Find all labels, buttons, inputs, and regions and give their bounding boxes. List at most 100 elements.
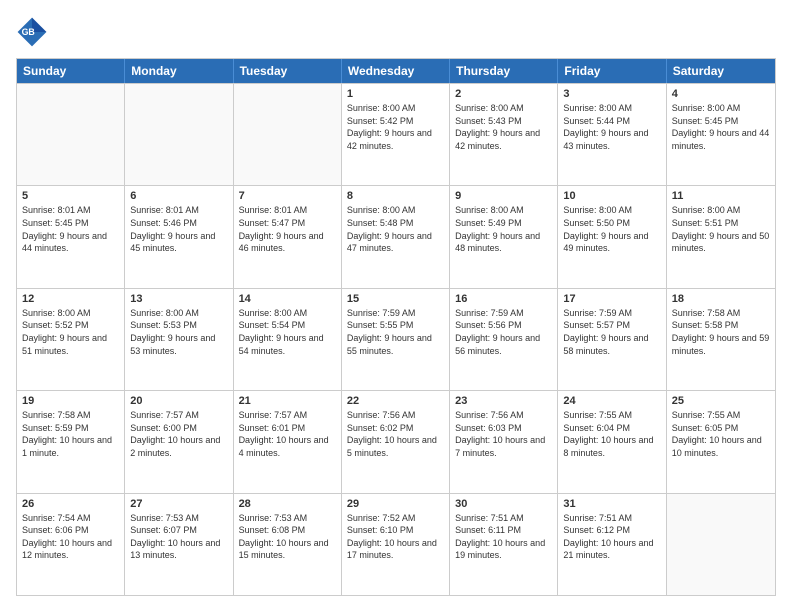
day-cell-15: 15 Sunrise: 7:59 AM Sunset: 5:55 PM Dayli… [342, 289, 450, 390]
day-number: 27 [130, 498, 227, 510]
day-info: Sunrise: 8:01 AM Sunset: 5:46 PM Dayligh… [130, 204, 227, 254]
day-cell-3: 3 Sunrise: 8:00 AM Sunset: 5:44 PM Daylig… [558, 84, 666, 185]
day-header-thursday: Thursday [450, 59, 558, 83]
day-number: 5 [22, 190, 119, 202]
week-row-3: 12Sunrise: 8:00 AM Sunset: 5:52 PM Dayli… [17, 288, 775, 390]
empty-cell [125, 84, 233, 185]
day-number: 2 [455, 88, 552, 100]
day-number: 10 [563, 190, 660, 202]
empty-cell [17, 84, 125, 185]
day-info: Sunrise: 8:00 AM Sunset: 5:49 PM Dayligh… [455, 204, 552, 254]
day-cell-6: 6 Sunrise: 8:01 AM Sunset: 5:46 PM Daylig… [125, 186, 233, 287]
day-cell-19: 19 Sunrise: 7:58 AM Sunset: 5:59 PM Dayli… [17, 391, 125, 492]
logo: GB [16, 16, 52, 48]
day-number: 17 [563, 293, 660, 305]
day-cell-5: 5 Sunrise: 8:01 AM Sunset: 5:45 PM Daylig… [17, 186, 125, 287]
day-cell-18: 18Sunrise: 7:58 AM Sunset: 5:58 PM Dayli… [667, 289, 775, 390]
day-number: 31 [563, 498, 660, 510]
day-number: 11 [672, 190, 770, 202]
calendar: SundayMondayTuesdayWednesdayThursdayFrid… [16, 58, 776, 596]
day-number: 21 [239, 395, 336, 407]
day-info: Sunrise: 8:01 AM Sunset: 5:45 PM Dayligh… [22, 204, 119, 254]
day-cell-24: 24 Sunrise: 7:55 AM Sunset: 6:04 PM Dayli… [558, 391, 666, 492]
day-info: Sunrise: 7:52 AM Sunset: 6:10 PM Dayligh… [347, 512, 444, 562]
day-number: 8 [347, 190, 444, 202]
day-number: 26 [22, 498, 119, 510]
day-info: Sunrise: 8:00 AM Sunset: 5:44 PM Dayligh… [563, 102, 660, 152]
day-number: 12 [22, 293, 119, 305]
day-info: Sunrise: 8:00 AM Sunset: 5:45 PM Dayligh… [672, 102, 770, 152]
day-number: 28 [239, 498, 336, 510]
header: GB [16, 16, 776, 48]
day-cell-2: 2 Sunrise: 8:00 AM Sunset: 5:43 PM Daylig… [450, 84, 558, 185]
day-cell-11: 11 Sunrise: 8:00 AM Sunset: 5:51 PM Dayli… [667, 186, 775, 287]
day-cell-4: 4 Sunrise: 8:00 AM Sunset: 5:45 PM Daylig… [667, 84, 775, 185]
day-cell-31: 31 Sunrise: 7:51 AM Sunset: 6:12 PM Dayli… [558, 494, 666, 595]
day-info: Sunrise: 7:56 AM Sunset: 6:03 PM Dayligh… [455, 409, 552, 459]
day-number: 23 [455, 395, 552, 407]
day-info: Sunrise: 7:53 AM Sunset: 6:07 PM Dayligh… [130, 512, 227, 562]
day-info: Sunrise: 7:57 AM Sunset: 6:00 PM Dayligh… [130, 409, 227, 459]
logo-icon: GB [16, 16, 48, 48]
day-info: Sunrise: 7:51 AM Sunset: 6:11 PM Dayligh… [455, 512, 552, 562]
day-number: 6 [130, 190, 227, 202]
day-info: Sunrise: 8:00 AM Sunset: 5:42 PM Dayligh… [347, 102, 444, 152]
day-number: 30 [455, 498, 552, 510]
day-info: Sunrise: 8:00 AM Sunset: 5:43 PM Dayligh… [455, 102, 552, 152]
day-cell-28: 28 Sunrise: 7:53 AM Sunset: 6:08 PM Dayli… [234, 494, 342, 595]
day-cell-27: 27 Sunrise: 7:53 AM Sunset: 6:07 PM Dayli… [125, 494, 233, 595]
day-info: Sunrise: 8:00 AM Sunset: 5:53 PM Dayligh… [130, 307, 227, 357]
day-number: 9 [455, 190, 552, 202]
day-number: 3 [563, 88, 660, 100]
day-header-tuesday: Tuesday [234, 59, 342, 83]
day-header-friday: Friday [558, 59, 666, 83]
day-info: Sunrise: 7:51 AM Sunset: 6:12 PM Dayligh… [563, 512, 660, 562]
day-number: 4 [672, 88, 770, 100]
day-info: Sunrise: 7:58 AM Sunset: 5:59 PM Dayligh… [22, 409, 119, 459]
day-cell-22: 22 Sunrise: 7:56 AM Sunset: 6:02 PM Dayli… [342, 391, 450, 492]
day-info: Sunrise: 7:53 AM Sunset: 6:08 PM Dayligh… [239, 512, 336, 562]
day-cell-17: 17 Sunrise: 7:59 AM Sunset: 5:57 PM Dayli… [558, 289, 666, 390]
day-cell-7: 7 Sunrise: 8:01 AM Sunset: 5:47 PM Daylig… [234, 186, 342, 287]
empty-cell [667, 494, 775, 595]
day-info: Sunrise: 7:56 AM Sunset: 6:02 PM Dayligh… [347, 409, 444, 459]
svg-text:GB: GB [22, 27, 35, 37]
day-cell-13: 13Sunrise: 8:00 AM Sunset: 5:53 PM Dayli… [125, 289, 233, 390]
day-info: Sunrise: 7:59 AM Sunset: 5:56 PM Dayligh… [455, 307, 552, 357]
empty-cell [234, 84, 342, 185]
day-info: Sunrise: 8:01 AM Sunset: 5:47 PM Dayligh… [239, 204, 336, 254]
day-info: Sunrise: 7:55 AM Sunset: 6:04 PM Dayligh… [563, 409, 660, 459]
week-row-1: 1 Sunrise: 8:00 AM Sunset: 5:42 PM Daylig… [17, 83, 775, 185]
day-number: 7 [239, 190, 336, 202]
day-number: 24 [563, 395, 660, 407]
calendar-header: SundayMondayTuesdayWednesdayThursdayFrid… [17, 59, 775, 83]
day-cell-21: 21Sunrise: 7:57 AM Sunset: 6:01 PM Dayli… [234, 391, 342, 492]
day-number: 16 [455, 293, 552, 305]
day-number: 20 [130, 395, 227, 407]
day-number: 19 [22, 395, 119, 407]
day-cell-30: 30 Sunrise: 7:51 AM Sunset: 6:11 PM Dayli… [450, 494, 558, 595]
day-cell-25: 25Sunrise: 7:55 AM Sunset: 6:05 PM Dayli… [667, 391, 775, 492]
day-header-saturday: Saturday [667, 59, 775, 83]
day-info: Sunrise: 8:00 AM Sunset: 5:48 PM Dayligh… [347, 204, 444, 254]
day-cell-16: 16 Sunrise: 7:59 AM Sunset: 5:56 PM Dayli… [450, 289, 558, 390]
day-cell-20: 20 Sunrise: 7:57 AM Sunset: 6:00 PM Dayli… [125, 391, 233, 492]
day-number: 22 [347, 395, 444, 407]
day-number: 25 [672, 395, 770, 407]
calendar-body: 1 Sunrise: 8:00 AM Sunset: 5:42 PM Daylig… [17, 83, 775, 595]
day-header-wednesday: Wednesday [342, 59, 450, 83]
day-info: Sunrise: 8:00 AM Sunset: 5:51 PM Dayligh… [672, 204, 770, 254]
week-row-4: 19 Sunrise: 7:58 AM Sunset: 5:59 PM Dayli… [17, 390, 775, 492]
day-number: 29 [347, 498, 444, 510]
day-cell-12: 12Sunrise: 8:00 AM Sunset: 5:52 PM Dayli… [17, 289, 125, 390]
week-row-2: 5 Sunrise: 8:01 AM Sunset: 5:45 PM Daylig… [17, 185, 775, 287]
day-header-monday: Monday [125, 59, 233, 83]
day-info: Sunrise: 8:00 AM Sunset: 5:54 PM Dayligh… [239, 307, 336, 357]
day-number: 1 [347, 88, 444, 100]
day-number: 15 [347, 293, 444, 305]
day-info: Sunrise: 7:59 AM Sunset: 5:57 PM Dayligh… [563, 307, 660, 357]
day-info: Sunrise: 7:59 AM Sunset: 5:55 PM Dayligh… [347, 307, 444, 357]
day-cell-23: 23 Sunrise: 7:56 AM Sunset: 6:03 PM Dayli… [450, 391, 558, 492]
day-number: 14 [239, 293, 336, 305]
day-info: Sunrise: 7:54 AM Sunset: 6:06 PM Dayligh… [22, 512, 119, 562]
